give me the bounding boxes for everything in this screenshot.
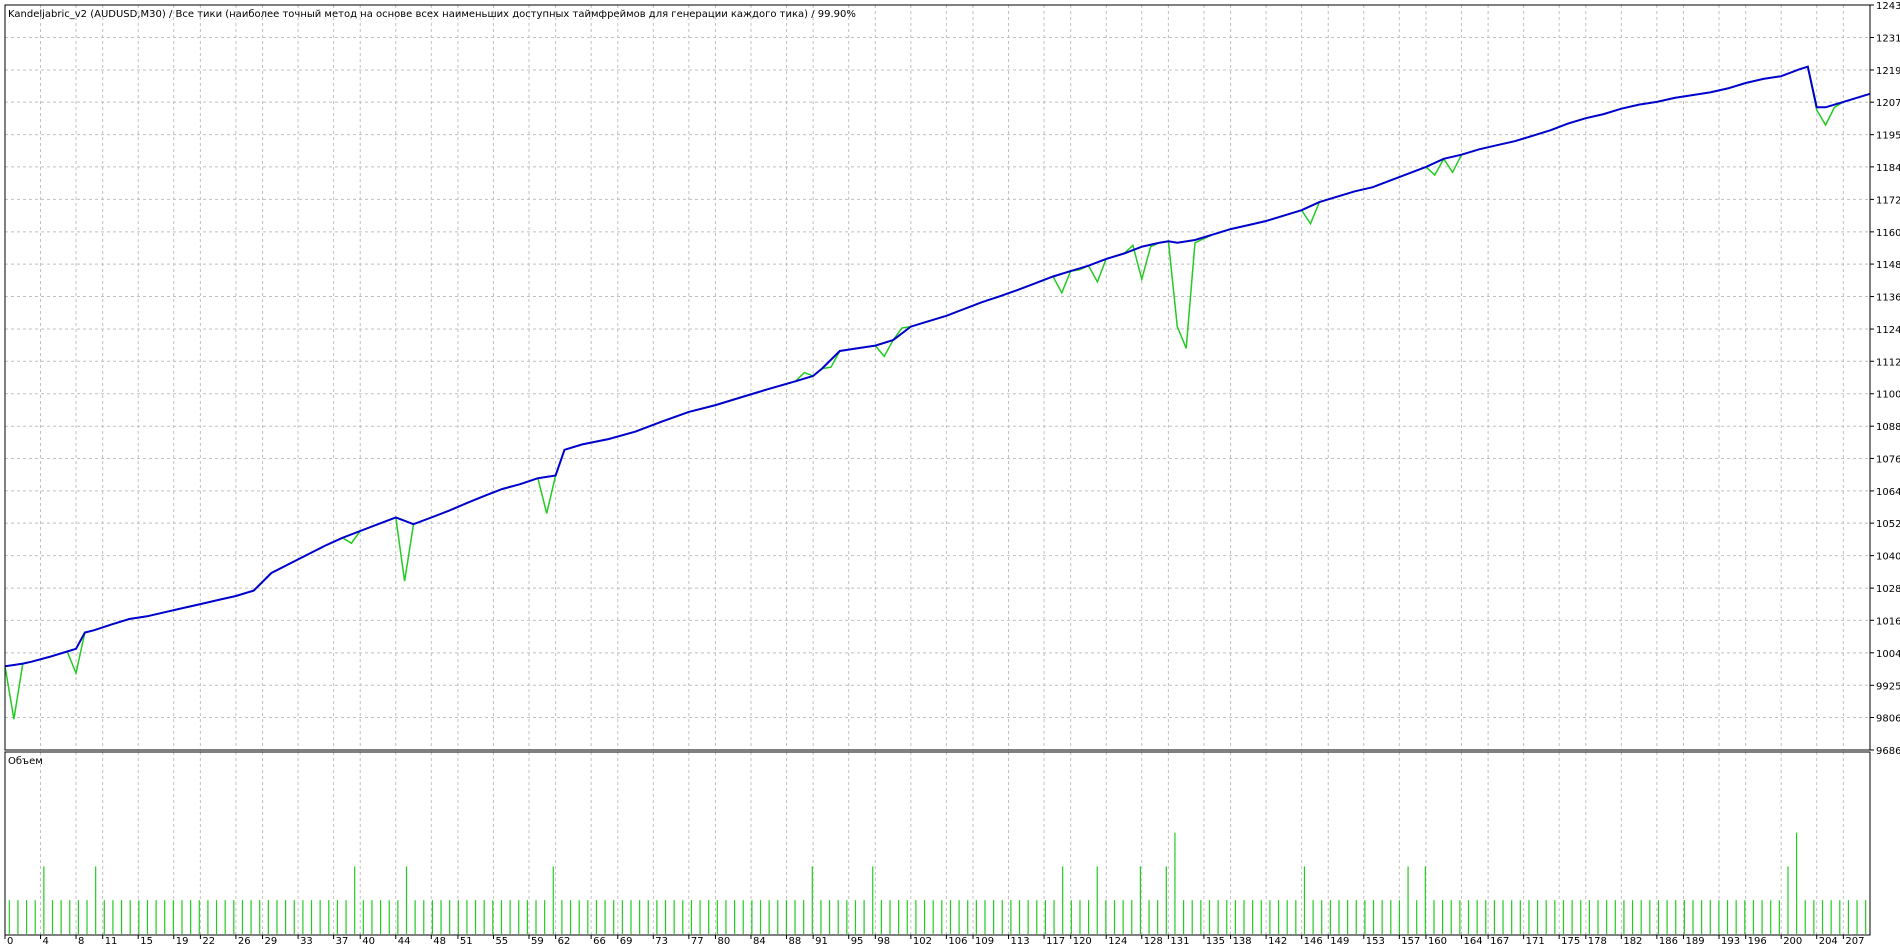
x-tick-label: 8 — [78, 936, 84, 944]
y-tick-label: 11600 — [1876, 228, 1900, 239]
y-tick-label: 10284 — [1876, 584, 1900, 595]
x-tick-label: 124 — [1108, 936, 1127, 944]
x-tick-label: 29 — [265, 936, 278, 944]
y-tick-label: 10882 — [1876, 422, 1900, 433]
y-tick-label: 11361 — [1876, 293, 1900, 304]
y-tick-label: 12079 — [1876, 98, 1900, 109]
x-tick-label: 142 — [1268, 936, 1287, 944]
x-tick-label: 196 — [1748, 936, 1767, 944]
x-tick-label: 193 — [1721, 936, 1740, 944]
x-tick-label: 40 — [362, 936, 375, 944]
x-tick-label: 175 — [1561, 936, 1580, 944]
y-tick-label: 11720 — [1876, 195, 1900, 206]
x-tick-label: 15 — [140, 936, 153, 944]
y-tick-label: 9925 — [1876, 681, 1900, 692]
x-tick-label: 200 — [1783, 936, 1802, 944]
x-tick-label: 33 — [300, 936, 313, 944]
x-tick-label: 138 — [1233, 936, 1252, 944]
x-tick-label: 37 — [336, 936, 349, 944]
x-tick-label: 84 — [753, 936, 766, 944]
y-tick-label: 10404 — [1876, 552, 1900, 563]
y-tick-label: 9806 — [1876, 714, 1900, 725]
x-tick-label: 51 — [460, 936, 473, 944]
x-tick-label: 149 — [1330, 936, 1349, 944]
x-tick-label: 186 — [1659, 936, 1678, 944]
y-tick-label: 10643 — [1876, 487, 1900, 498]
y-tick-label: 10165 — [1876, 616, 1900, 627]
x-tick-label: 109 — [975, 936, 994, 944]
y-tick-label: 10763 — [1876, 454, 1900, 465]
volume-label: Объем — [8, 756, 43, 767]
x-tick-label: 80 — [717, 936, 730, 944]
y-tick-label: 11481 — [1876, 260, 1900, 271]
x-tick-label: 77 — [691, 936, 704, 944]
x-tick-label: 11 — [105, 936, 118, 944]
y-tick-label: 11241 — [1876, 325, 1900, 336]
x-tick-label: 171 — [1526, 936, 1545, 944]
x-tick-label: 178 — [1588, 936, 1607, 944]
x-tick-label: 113 — [1011, 936, 1030, 944]
x-tick-label: 4 — [43, 936, 49, 944]
x-tick-label: 19 — [176, 936, 189, 944]
y-tick-label: 10524 — [1876, 519, 1900, 530]
x-tick-label: 98 — [877, 936, 890, 944]
x-tick-label: 62 — [558, 936, 571, 944]
x-tick-label: 88 — [789, 936, 802, 944]
x-tick-label: 164 — [1463, 936, 1482, 944]
y-tick-label: 9686 — [1876, 746, 1900, 757]
x-tick-label: 106 — [948, 936, 967, 944]
chart-root: Kandeljabric_v2 (AUDUSD,M30) / Все тики … — [0, 0, 1900, 944]
x-tick-label: 73 — [655, 936, 668, 944]
y-tick-label: 11959 — [1876, 131, 1900, 142]
y-tick-label: 12438 — [1876, 1, 1900, 12]
x-tick-label: 160 — [1428, 936, 1447, 944]
y-tick-label: 11002 — [1876, 390, 1900, 401]
x-tick-label: 131 — [1170, 936, 1189, 944]
x-tick-label: 189 — [1686, 936, 1705, 944]
x-tick-label: 0 — [7, 936, 13, 944]
x-tick-label: 167 — [1490, 936, 1509, 944]
x-tick-label: 120 — [1073, 936, 1092, 944]
x-tick-label: 153 — [1366, 936, 1385, 944]
x-tick-label: 22 — [202, 936, 215, 944]
x-tick-label: 48 — [433, 936, 446, 944]
x-tick-label: 128 — [1144, 936, 1163, 944]
x-tick-label: 146 — [1304, 936, 1323, 944]
x-tick-label: 91 — [815, 936, 828, 944]
y-tick-label: 10045 — [1876, 649, 1900, 660]
x-tick-label: 55 — [495, 936, 508, 944]
x-tick-label: 59 — [531, 936, 544, 944]
y-tick-label: 11122 — [1876, 357, 1900, 368]
y-tick-label: 12198 — [1876, 66, 1900, 77]
x-tick-label: 207 — [1845, 936, 1864, 944]
y-tick-label: 12318 — [1876, 33, 1900, 44]
x-tick-label: 66 — [593, 936, 606, 944]
x-tick-label: 26 — [238, 936, 251, 944]
chart-background — [0, 0, 1900, 944]
chart-title: Kandeljabric_v2 (AUDUSD,M30) / Все тики … — [8, 9, 856, 20]
x-tick-label: 44 — [398, 936, 411, 944]
x-tick-label: 69 — [620, 936, 633, 944]
x-tick-label: 182 — [1623, 936, 1642, 944]
x-tick-label: 95 — [851, 936, 864, 944]
x-tick-label: 157 — [1401, 936, 1420, 944]
y-tick-label: 11840 — [1876, 163, 1900, 174]
x-tick-label: 204 — [1819, 936, 1838, 944]
x-tick-label: 135 — [1206, 936, 1225, 944]
x-tick-label: 102 — [913, 936, 932, 944]
x-tick-label: 117 — [1046, 936, 1065, 944]
